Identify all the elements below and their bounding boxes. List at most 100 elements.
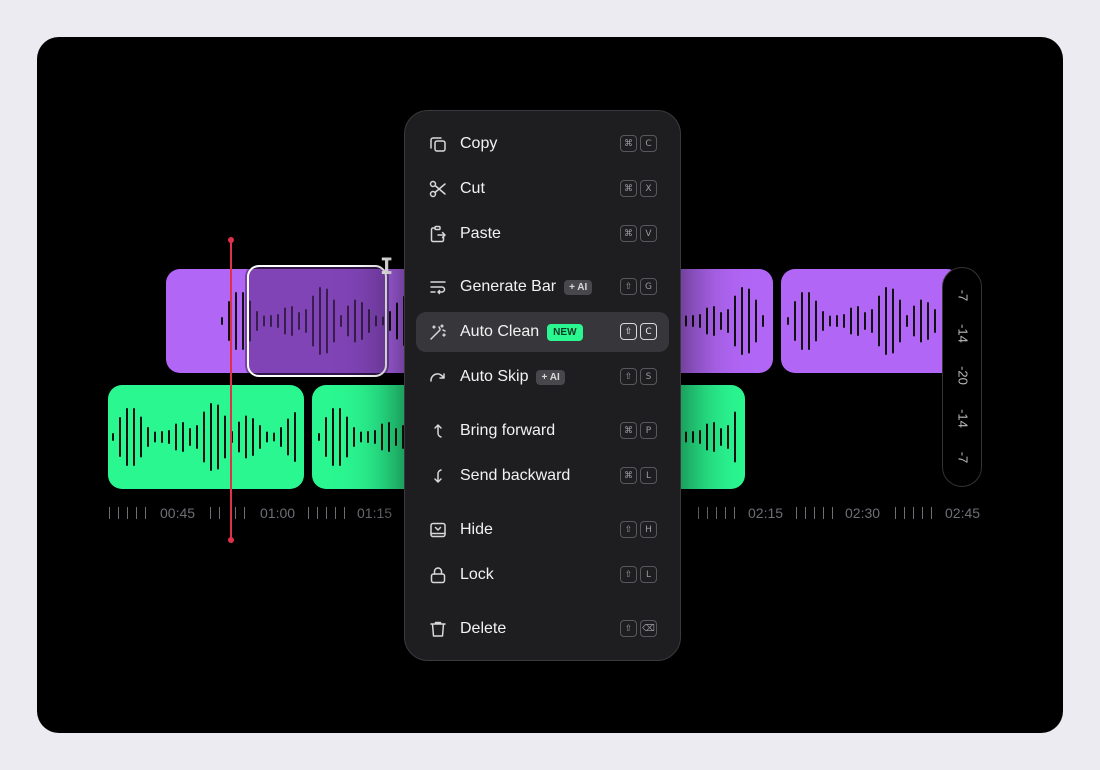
volume-db-scale[interactable]: -7 -14 -20 -14 -7 — [942, 267, 982, 487]
shortcut-key: X — [640, 180, 657, 197]
shortcut-key: P — [640, 422, 657, 439]
waveform-bar — [395, 428, 397, 446]
scissors-icon — [429, 180, 447, 198]
waveform-bar — [699, 430, 701, 444]
audio-clip-green-1[interactable] — [108, 385, 304, 489]
menu-item-label: Auto Clean — [460, 323, 540, 340]
shortcut-key: ⌘ — [620, 225, 637, 242]
editor-canvas: I 00:45 01:00 01:15 0 02:15 02:30 02:45 … — [37, 37, 1063, 733]
waveform-bar — [388, 422, 390, 452]
waveform-bar — [734, 295, 736, 347]
waveform-bar — [266, 431, 268, 443]
waveform-bar — [332, 408, 334, 466]
waveform-bar — [318, 433, 320, 441]
menu-item-label: Paste — [460, 225, 501, 242]
menu-item-delete[interactable]: Delete ⇧ ⌫ — [416, 609, 669, 649]
shortcut-key: G — [640, 278, 657, 295]
shortcut-key: ⇧ — [620, 368, 637, 385]
menu-item-auto-clean[interactable]: Auto Clean NEW ⇧ C — [416, 312, 669, 352]
new-badge: NEW — [547, 323, 583, 341]
waveform — [781, 269, 961, 373]
menu-item-label: Auto Skip — [460, 368, 529, 385]
waveform-bar — [325, 417, 327, 457]
waveform-bar — [685, 431, 687, 443]
waveform-bar — [203, 411, 205, 463]
redo-icon — [429, 368, 447, 386]
menu-item-bring-forward[interactable]: Bring forward ⌘ P — [416, 411, 669, 451]
lock-icon — [429, 566, 447, 584]
waveform-bar — [871, 309, 873, 333]
waveform-bar — [389, 311, 391, 331]
waveform-bar — [182, 422, 184, 452]
db-label: -14 — [955, 324, 971, 343]
menu-item-auto-skip[interactable]: Auto Skip + AI ⇧ S — [416, 357, 669, 397]
menu-item-label: Cut — [460, 180, 485, 197]
menu-item-copy[interactable]: Copy ⌘ C — [416, 124, 669, 164]
waveform-bar — [727, 425, 729, 449]
waveform-bar — [154, 431, 156, 443]
arrow-down-icon — [429, 467, 447, 485]
waveform-bar — [252, 418, 254, 456]
waveform-bar — [280, 427, 282, 447]
waveform-bar — [713, 306, 715, 336]
shortcut-key: L — [640, 566, 657, 583]
menu-item-label: Hide — [460, 521, 493, 538]
shortcut-key: V — [640, 225, 657, 242]
waveform-bar — [843, 314, 845, 328]
waveform-bar — [126, 408, 128, 466]
menu-item-lock[interactable]: Lock ⇧ L — [416, 555, 669, 595]
waveform-bar — [360, 431, 362, 443]
shortcut-key: S — [640, 368, 657, 385]
waveform-bar — [189, 428, 191, 446]
waveform-bar — [238, 421, 240, 453]
waveform-bar — [794, 301, 796, 341]
waveform-bar — [741, 287, 743, 355]
shortcut-key: C — [640, 135, 657, 152]
menu-item-send-backward[interactable]: Send backward ⌘ L — [416, 456, 669, 496]
db-label: -20 — [955, 366, 971, 385]
waveform-bar — [235, 292, 237, 350]
waveform-bar — [864, 312, 866, 330]
timeline-label: 01:00 — [260, 505, 296, 521]
timeline-label: 02:45 — [945, 505, 981, 521]
waveform-bar — [196, 425, 198, 449]
waveform-bar — [396, 302, 398, 340]
waveform-bar — [762, 315, 764, 327]
shortcut-key: ⌫ — [640, 620, 657, 637]
db-label: -7 — [955, 451, 971, 464]
waveform-bar — [892, 288, 894, 354]
waveform-bar — [221, 317, 223, 325]
shortcut-key: ⌘ — [620, 422, 637, 439]
waveform-bar — [273, 432, 275, 442]
waveform-bar — [787, 317, 789, 325]
waveform-bar — [161, 431, 163, 443]
timeline-label: 01:15 — [357, 505, 393, 521]
waveform-bar — [381, 423, 383, 451]
waveform-bar — [140, 416, 142, 458]
playhead[interactable] — [228, 237, 234, 543]
clip-selection-box[interactable] — [247, 265, 387, 377]
menu-item-paste[interactable]: Paste ⌘ V — [416, 214, 669, 254]
menu-item-generate-bar[interactable]: Generate Bar + AI ⇧ G — [416, 267, 669, 307]
waveform-bar — [112, 433, 114, 441]
waveform-bar — [836, 315, 838, 327]
waveform-bar — [217, 404, 219, 470]
waveform-bar — [920, 299, 922, 343]
waveform-bar — [287, 418, 289, 456]
shortcut-key: ⌘ — [620, 135, 637, 152]
db-label: -7 — [955, 289, 971, 302]
context-menu: Copy ⌘ C Cut ⌘ X Paste ⌘ V Generate Bar + AI… — [404, 110, 681, 661]
timeline-label: 02:30 — [845, 505, 881, 521]
menu-item-label: Bring forward — [460, 422, 556, 439]
shortcut-key: ⇧ — [620, 620, 637, 637]
db-label: -14 — [955, 409, 971, 428]
ai-badge: + AI — [564, 279, 593, 295]
audio-clip-purple-3[interactable] — [781, 269, 961, 373]
waveform-bar — [748, 288, 750, 354]
waveform-bar — [210, 403, 212, 471]
menu-item-cut[interactable]: Cut ⌘ X — [416, 169, 669, 209]
waveform-bar — [692, 315, 694, 327]
menu-item-hide[interactable]: Hide ⇧ H — [416, 510, 669, 550]
waveform-bar — [242, 292, 244, 350]
waveform-bar — [885, 287, 887, 355]
